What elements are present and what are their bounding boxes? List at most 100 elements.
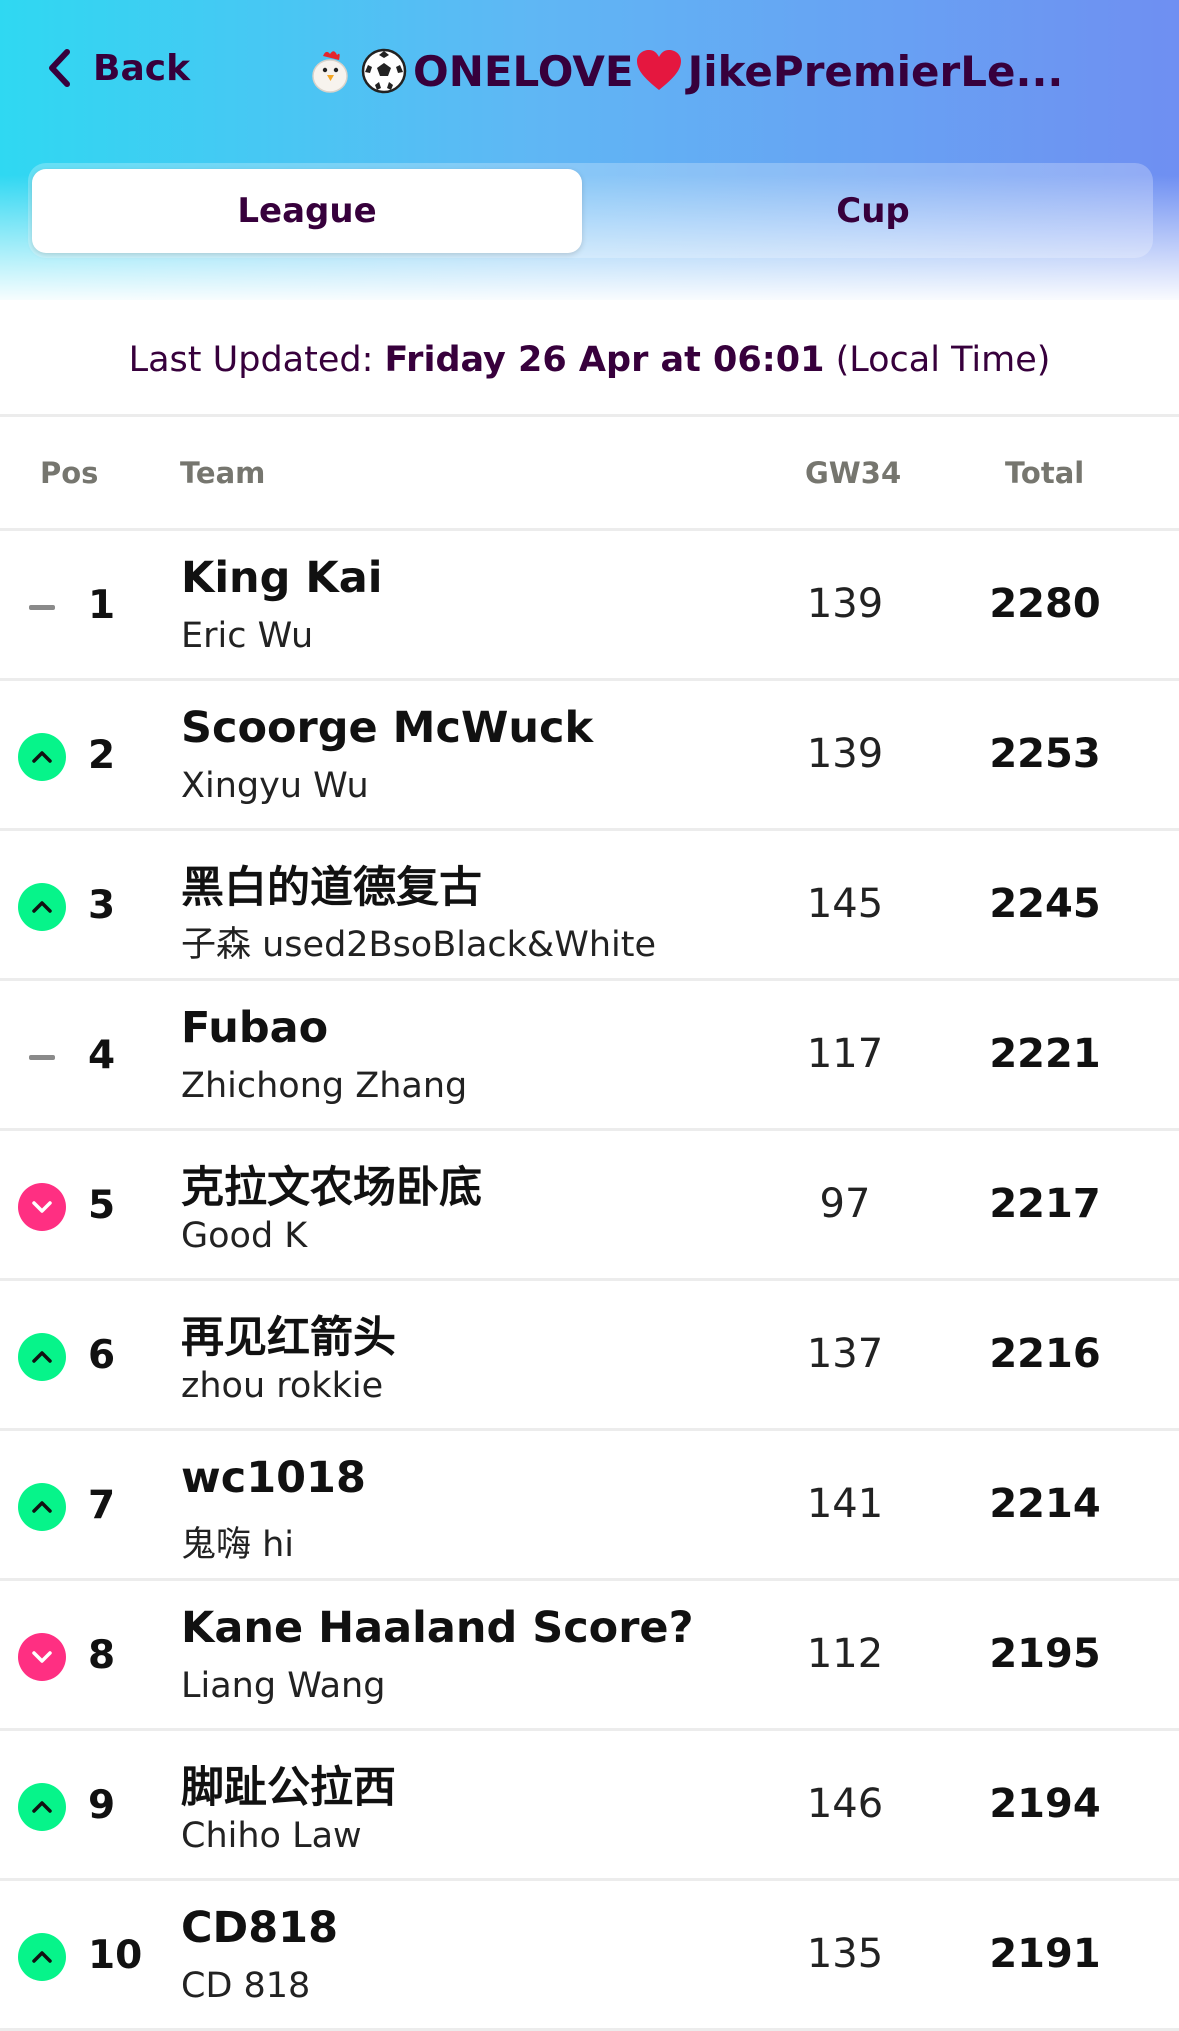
team-name: 黑白的道德复古 [181,863,482,913]
movement-up-indicator [18,733,66,781]
last-updated-suffix: (Local Time) [824,340,1051,380]
table-row[interactable]: 4 Fubao Zhichong Zhang 117 2221 [0,981,1179,1131]
table-row[interactable]: 3 黑白的道德复古子森 used2BsoBlack&White 145 2245 [0,831,1179,981]
last-updated: Last Updated: Friday 26 Apr at 06:01 (Lo… [0,340,1179,380]
manager-name: zhou rokkie [181,1366,384,1406]
movement-up-indicator [18,1933,66,1981]
position: 1 [88,583,116,628]
manager-name: Chiho Law [181,1816,362,1856]
soccer-ball-icon [361,48,407,94]
table-row[interactable]: 5 克拉文农场卧底 Good K 97 2217 [0,1131,1179,1281]
movement-up-indicator [18,1483,66,1531]
table-row[interactable]: 9 脚趾公拉西 Chiho Law 146 2194 [0,1731,1179,1881]
team-name: Fubao [181,1003,329,1053]
title-text-onelove: ONELOVE [413,46,634,96]
gameweek-points: 139 [806,731,884,777]
team-name: Scoorge McWuck [181,703,594,753]
table-header: Pos Team GW34 Total [0,418,1179,528]
table-row[interactable]: 6 再见红箭头 zhou rokkie 137 2216 [0,1281,1179,1431]
chevron-up-icon [32,751,52,763]
last-updated-date: Friday 26 Apr at 06:01 [384,340,825,380]
position: 10 [88,1933,143,1978]
header-pos: Pos [40,456,99,490]
position: 9 [88,1783,116,1828]
manager-name: Good K [181,1216,308,1256]
total-points: 2214 [989,1481,1101,1527]
header-gw: GW34 [805,456,902,490]
chevron-down-icon [32,1201,52,1213]
title-text-league: JikePremierLe... [687,46,1064,96]
chevron-up-icon [32,1351,52,1363]
gameweek-points: 137 [806,1331,884,1377]
chevron-up-icon [32,1801,52,1813]
team-name: 脚趾公拉西 [181,1763,396,1813]
back-label: Back [93,47,191,89]
movement-same-indicator [18,1033,66,1081]
manager-name: Xingyu Wu [181,766,369,806]
team-name: wc1018 [181,1453,366,1503]
table-row[interactable]: 7 wc1018 鬼嗨 hi 141 2214 [0,1431,1179,1581]
position: 7 [88,1483,116,1528]
chevron-up-icon [32,901,52,913]
total-points: 2216 [989,1331,1101,1377]
movement-up-indicator [18,1333,66,1381]
manager-name: Zhichong Zhang [181,1066,468,1106]
position: 2 [88,733,116,778]
last-updated-prefix: Last Updated: [128,340,385,380]
movement-down-indicator [18,1183,66,1231]
chevron-down-icon [32,1651,52,1663]
gameweek-points: 146 [806,1781,884,1827]
header-total: Total [1005,456,1085,490]
back-button[interactable]: Back [45,36,190,100]
total-points: 2194 [989,1781,1101,1827]
tab-bar: League Cup [28,163,1153,258]
gameweek-points: 112 [806,1631,884,1677]
divider [0,414,1179,417]
red-heart-icon [636,50,681,90]
movement-up-indicator [18,883,66,931]
total-points: 2253 [989,731,1101,777]
header-team: Team [180,456,266,490]
chevron-up-icon [32,1951,52,1963]
chevron-left-icon [49,49,70,87]
team-name: 克拉文农场卧底 [181,1163,482,1213]
manager-name: CD 818 [181,1966,311,2006]
total-points: 2245 [989,881,1101,927]
position: 5 [88,1183,116,1228]
gameweek-points: 117 [806,1031,884,1077]
total-points: 2280 [989,581,1101,627]
manager-name: 子森 used2BsoBlack&White [181,925,656,965]
manager-name: 鬼嗨 hi [181,1525,295,1565]
table-row[interactable]: 1 King Kai Eric Wu 139 2280 [0,531,1179,681]
tab-cup[interactable]: Cup [598,169,1148,253]
table-row[interactable]: 2 Scoorge McWuck Xingyu Wu 139 2253 [0,681,1179,831]
total-points: 2195 [989,1631,1101,1677]
position: 3 [88,883,116,928]
position: 4 [88,1033,116,1078]
position: 8 [88,1633,116,1678]
team-name: CD818 [181,1903,339,1953]
position: 6 [88,1333,116,1378]
movement-up-indicator [18,1783,66,1831]
team-name: 再见红箭头 [181,1313,396,1363]
chevron-up-icon [32,1501,52,1513]
total-points: 2217 [989,1181,1101,1227]
gameweek-points: 141 [806,1481,884,1527]
movement-down-indicator [18,1633,66,1681]
team-name: Kane Haaland Score? [181,1603,694,1653]
gameweek-points: 139 [806,581,884,627]
table-row[interactable]: 10 CD818 CD 818 135 2191 [0,1881,1179,2031]
total-points: 2191 [989,1931,1101,1977]
chicken-icon [312,51,348,93]
movement-same-indicator [18,583,66,631]
gameweek-points: 135 [806,1931,884,1977]
league-title: ONELOVE JikePremierLe... [305,36,1135,106]
manager-name: Eric Wu [181,616,314,656]
gameweek-points: 145 [806,881,884,927]
gameweek-points: 97 [819,1181,871,1227]
table-row[interactable]: 8 Kane Haaland Score? Liang Wang 112 2195 [0,1581,1179,1731]
total-points: 2221 [989,1031,1101,1077]
manager-name: Liang Wang [181,1666,386,1706]
tab-league[interactable]: League [32,169,582,253]
team-name: King Kai [181,553,383,603]
